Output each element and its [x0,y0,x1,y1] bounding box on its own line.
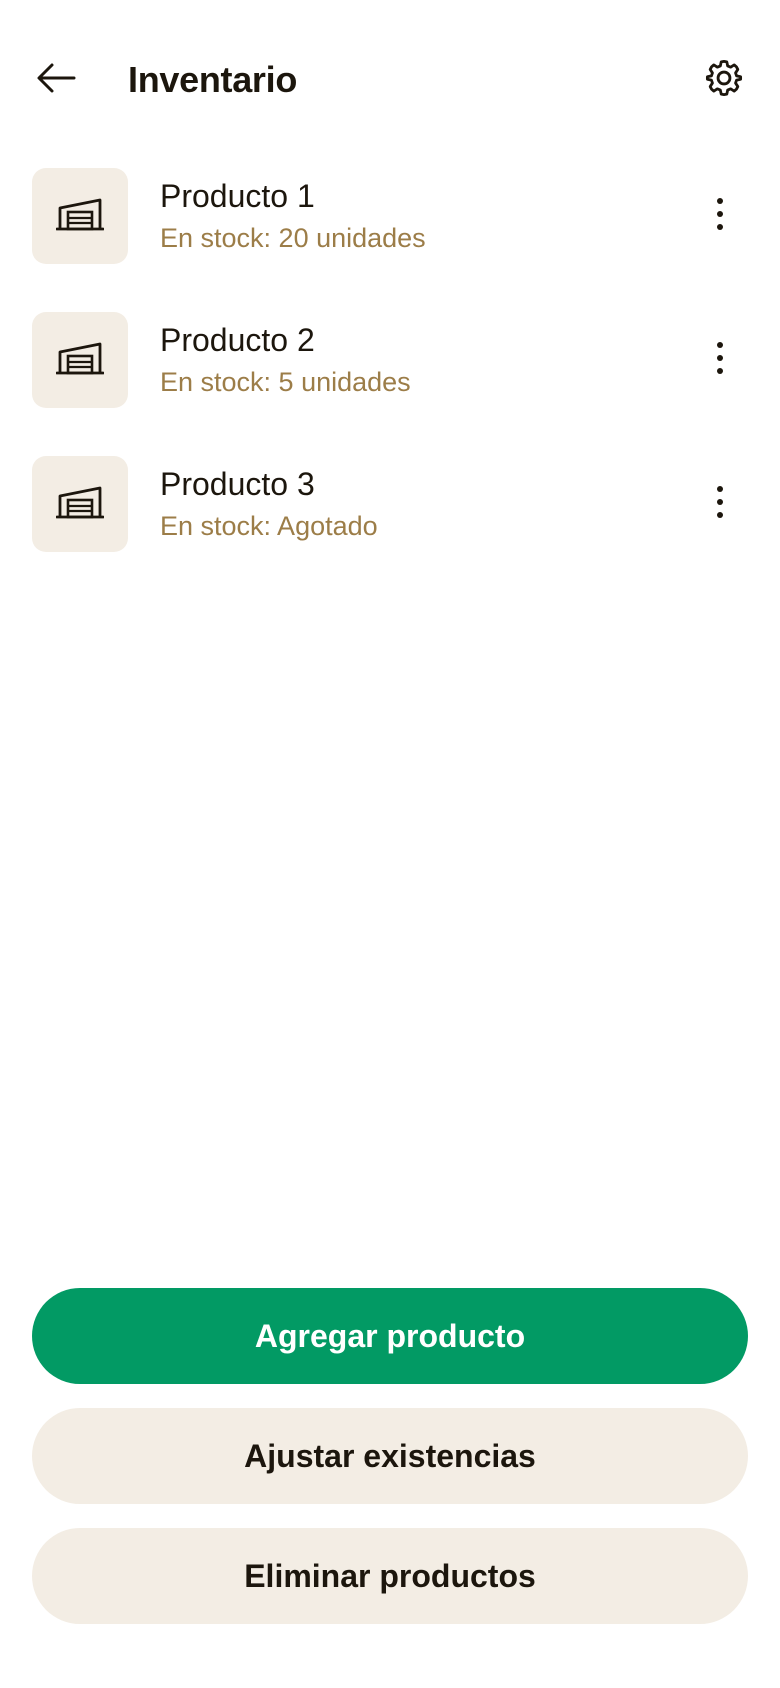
warehouse-icon [55,197,105,236]
more-vertical-icon [716,485,724,524]
more-options-button[interactable] [700,336,740,384]
product-stock: En stock: 20 unidades [160,223,426,253]
more-options-button[interactable] [700,192,740,240]
product-stock: En stock: Agotado [160,511,378,541]
back-button[interactable] [32,60,80,100]
list-item[interactable]: Producto 3 En stock: Agotado [0,456,780,552]
delete-products-button[interactable]: Eliminar productos [32,1528,748,1624]
product-thumbnail [32,456,128,552]
gear-icon [703,57,745,104]
warehouse-icon [55,341,105,380]
product-info: Producto 2 En stock: 5 unidades [160,320,411,400]
list-item[interactable]: Producto 1 En stock: 20 unidades [0,168,780,264]
more-vertical-icon [716,197,724,236]
add-product-button[interactable]: Agregar producto [32,1288,748,1384]
top-app-bar: Inventario [0,40,780,120]
more-vertical-icon [716,341,724,380]
product-stock: En stock: 5 unidades [160,367,411,397]
arrow-left-icon [36,62,76,99]
list-item[interactable]: Producto 2 En stock: 5 unidades [0,312,780,408]
product-name: Producto 2 [160,322,315,358]
warehouse-icon [55,485,105,524]
settings-button[interactable] [700,56,748,104]
product-thumbnail [32,312,128,408]
more-options-button[interactable] [700,480,740,528]
product-info: Producto 3 En stock: Agotado [160,464,378,544]
product-name: Producto 1 [160,178,315,214]
product-name: Producto 3 [160,466,315,502]
adjust-stock-button[interactable]: Ajustar existencias [32,1408,748,1504]
product-info: Producto 1 En stock: 20 unidades [160,176,426,256]
page-title: Inventario [128,59,298,100]
product-list: Producto 1 En stock: 20 unidades Product… [0,168,780,600]
product-thumbnail [32,168,128,264]
